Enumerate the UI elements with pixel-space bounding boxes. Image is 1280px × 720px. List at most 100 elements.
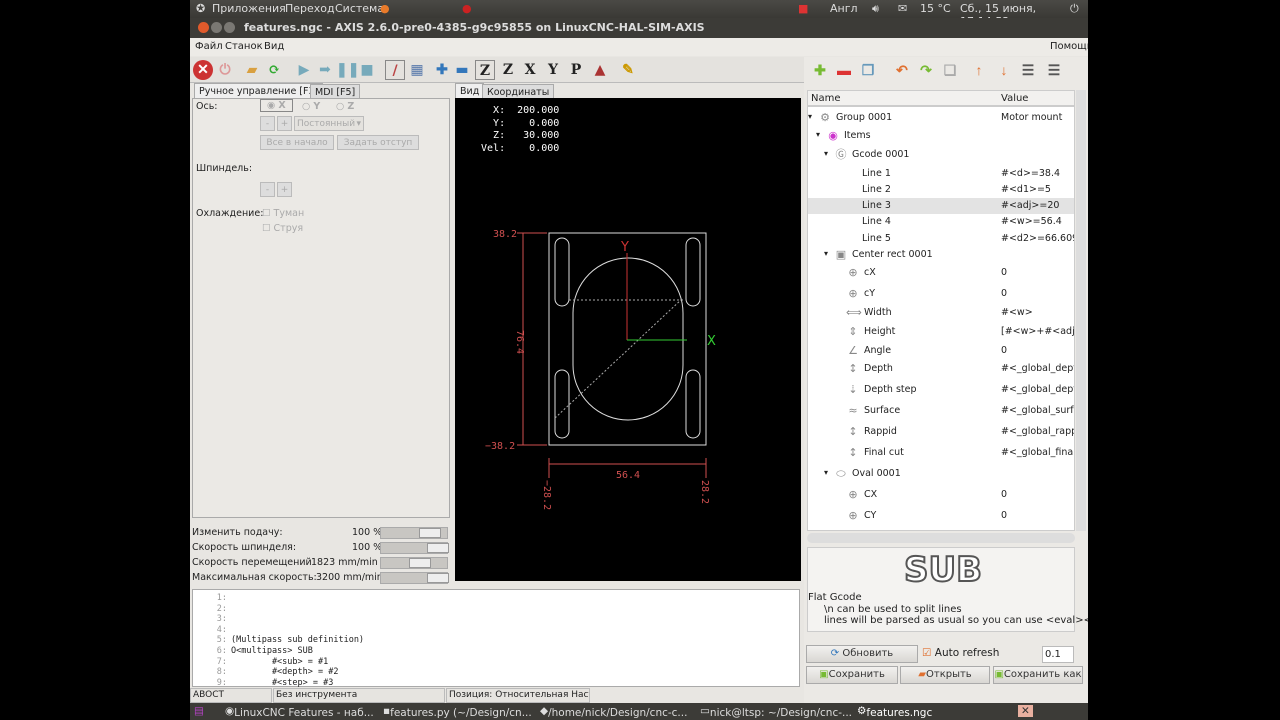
save-as-button[interactable]: ▣Сохранить как [993,666,1083,684]
tree-row-value[interactable]: 0 [1001,510,1074,521]
menu-machine[interactable]: Станок [225,41,263,52]
expander-arrow-icon[interactable]: ▾ [824,149,828,158]
gcode-line[interactable]: 7: #<sub> = #1 [193,657,799,668]
tree-row-value[interactable]: #<_global_rappid> [1001,426,1074,437]
jog-plus-button[interactable]: + [277,116,292,131]
spindle-minus-button[interactable]: - [260,182,275,197]
zoom-in-icon[interactable]: ✚ [432,60,452,80]
expander-arrow-icon[interactable]: ▾ [824,249,828,258]
refresh-interval-spinner[interactable]: 0.1 [1042,646,1074,663]
menu-help[interactable]: Помощь [1050,41,1088,52]
tree-row[interactable]: ↕ Rappid #<_global_rappid> [808,424,1074,440]
reload-icon[interactable]: ⟳ [264,60,284,80]
feed-override-slider[interactable] [380,527,448,539]
maximize-icon[interactable] [224,22,235,33]
gcode-line[interactable]: 9: #<step> = #3 [193,678,799,689]
tree-hscrollbar[interactable] [807,533,1075,543]
tree-row-value[interactable]: #<_global_depth_step> [1001,384,1074,395]
tree-row[interactable]: Line 1 #<d>=38.4 [808,166,1074,182]
menu-view[interactable]: Вид [264,41,284,52]
tree-row-value[interactable]: 0 [1001,267,1074,278]
axis-x-radio[interactable]: ◉ X [260,99,293,112]
tree-row[interactable]: ▾ ▣ Center rect 0001 [808,247,1074,263]
tree-row[interactable]: ↕ Final cut #<_global_final_cut> [808,445,1074,461]
tree-row-value[interactable]: #<w> [1001,307,1074,318]
firefox-icon[interactable]: ● [380,2,390,15]
tree-row-value[interactable]: [#<w>+#<adj>] [1001,326,1074,337]
optional-stop-icon[interactable]: ▦ [407,60,427,80]
tree-row[interactable]: ∠ Angle 0 [808,343,1074,359]
view-z-icon[interactable]: Z [475,60,495,80]
opera-icon[interactable]: ● [462,2,472,15]
tree-row[interactable]: ⊕ CX 0 [808,487,1074,503]
undo-icon[interactable]: ↶ [892,60,912,80]
clear-plot-icon[interactable]: ✎ [618,60,638,80]
view-p-icon[interactable]: P [566,60,586,80]
language-indicator[interactable]: Англ [830,2,858,15]
menu-file[interactable]: Файл [195,41,223,52]
gcode-line[interactable]: 5: (Multipass sub definition) [193,635,799,646]
tree-row-value[interactable]: #<d2>=66.609 [1001,233,1074,244]
jog-speed-slider[interactable] [380,557,448,569]
open-folder-icon[interactable]: ▰ [242,60,262,80]
step-icon[interactable]: ➡ [315,60,335,80]
tab-preview[interactable]: Вид [455,83,485,98]
tree-row-value[interactable]: #<_global_final_cut> [1001,447,1074,458]
gcode-line[interactable]: 6: O<multipass> SUB [193,646,799,657]
tree-row[interactable]: ⊕ CY 0 [808,508,1074,524]
tree-row[interactable]: ⊕ cY 0 [808,286,1074,302]
tab-manual[interactable]: Ручное управление [F3] [194,83,324,98]
tab-coordinates[interactable]: Координаты [482,84,555,99]
jog-minus-button[interactable]: - [260,116,275,131]
block-delete-icon[interactable]: / [385,60,405,80]
stop-icon[interactable]: ■ [357,60,377,80]
run-icon[interactable]: ▶ [294,60,314,80]
axis-y-radio[interactable]: ○ Y [302,101,320,112]
tree-row[interactable]: ⇣ Depth step #<_global_depth_step> [808,382,1074,398]
expander-arrow-icon[interactable]: ▾ [824,468,828,477]
tree-row-value[interactable]: 0 [1001,288,1074,299]
tree-row[interactable]: ↕ Depth #<_global_depth> [808,361,1074,377]
gcode-line[interactable]: 4: [193,625,799,636]
tree-row[interactable]: ▾ ⚙ Group 0001 Motor mount [808,110,1074,126]
trash-icon[interactable]: ✕ [1018,705,1033,717]
tree-row[interactable]: ⊕ cX 0 [808,265,1074,281]
max-velocity-slider[interactable] [380,572,449,584]
show-desktop-icon[interactable]: ▤ [194,705,204,717]
indent-icon[interactable]: ☰ [1018,60,1038,80]
flood-checkbox[interactable]: ☐ Струя [262,223,303,234]
zoom-out-icon[interactable]: ▬ [452,60,472,80]
tree-row[interactable]: ⇕ Height [#<w>+#<adj>] [808,324,1074,340]
feature-tree[interactable]: ▾ ⚙ Group 0001 Motor mount ▾ ◉ Items ▾ Ⓖ Gcode 00… [807,106,1075,531]
gcode-line[interactable]: 1: [193,593,799,604]
expander-arrow-icon[interactable]: ▾ [816,130,820,139]
view-x-icon[interactable]: X [520,60,540,80]
tree-row[interactable]: Line 3 #<adj>=20 [808,198,1074,214]
jog-mode-select[interactable]: Постоянный ▾ [294,116,364,131]
save-button[interactable]: ▣Сохранить [806,666,898,684]
move-down-icon[interactable]: ↓ [994,60,1014,80]
tree-row-value[interactable]: 0 [1001,345,1074,356]
volume-icon[interactable]: 🔊︎ [872,2,879,16]
power-button-icon[interactable]: ⏻ [215,60,235,80]
open-button[interactable]: ▰Открыть [900,666,990,684]
tree-row[interactable]: ≈ Surface #<_global_surface> [808,403,1074,419]
view-y-icon[interactable]: Y [543,60,563,80]
rotate-icon[interactable]: ▲ [590,60,610,80]
gcode-line[interactable]: 3: [193,614,799,625]
power-icon[interactable]: ⏻ [1070,2,1079,16]
add-icon[interactable]: ✚ [810,60,830,80]
touch-off-button[interactable]: Задать отступ [337,135,419,150]
expander-arrow-icon[interactable]: ▾ [808,112,812,121]
mail-icon[interactable]: ✉ [898,2,907,15]
mist-checkbox[interactable]: ☐ Туман [262,208,304,219]
gcode-preview-canvas[interactable]: X: 200.000 Y: 0.000 Z: 30.000 Vel: 0.000… [455,98,801,581]
home-all-button[interactable]: Все в начало [260,135,334,150]
tab-mdi[interactable]: MDI [F5] [310,84,361,99]
tree-row-value[interactable]: #<adj>=20 [1001,200,1074,211]
view-z-rotated-icon[interactable]: Z [498,60,518,80]
menu-places[interactable]: Переход [285,2,335,15]
pause-icon[interactable]: ❚❚ [336,60,359,80]
estop-icon[interactable]: ✕ [193,60,213,80]
taskbar-item[interactable]: ◆ /home/nick/Design/cnc-c... [540,705,687,719]
